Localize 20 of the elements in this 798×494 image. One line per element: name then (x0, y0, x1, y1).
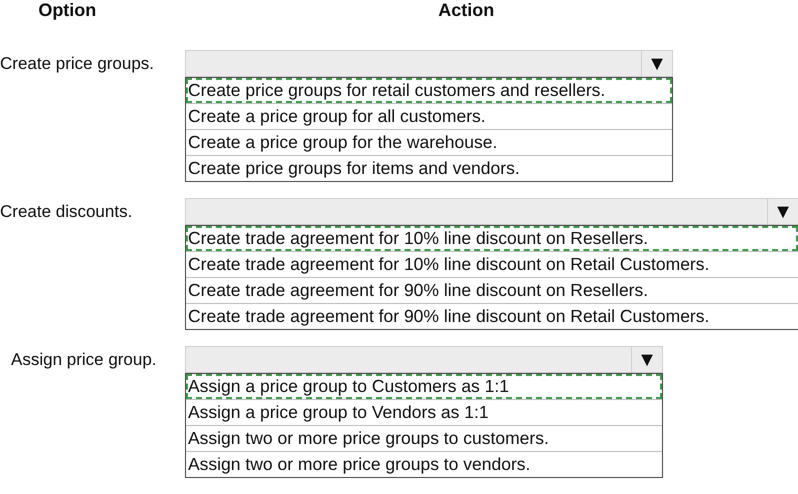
choice-item[interactable]: Assign two or more price groups to vendors. (186, 451, 662, 477)
option-label: Create discounts. (0, 201, 134, 223)
column-header: Option (37, 0, 98, 21)
choice-item[interactable]: Assign a price group to Customers as 1:1 (186, 374, 662, 399)
choice-item[interactable]: Create trade agreement for 90% line discount on Retail Customers. (186, 303, 798, 329)
dropdown[interactable]: ▼ (185, 346, 663, 373)
choice-item[interactable]: Assign a price group to Vendors as 1:1 (186, 399, 662, 425)
choice-item[interactable]: Create trade agreement for 90% line discount on Resellers. (186, 277, 798, 303)
choice-item[interactable]: Create a price group for all customers. (186, 103, 672, 129)
choice-item[interactable]: Assign two or more price groups to customers. (186, 425, 662, 451)
choice-item[interactable]: Create price groups for retail customers and resellers. (186, 78, 672, 103)
dropdown[interactable]: ▼ (185, 198, 798, 225)
choice-item[interactable]: Create price groups for items and vendors. (186, 155, 672, 181)
column-header: Action (437, 0, 496, 21)
dropdown[interactable]: ▼ (185, 50, 673, 77)
choice-item[interactable]: Create a price group for the warehouse. (186, 129, 672, 155)
choice-item[interactable]: Create trade agreement for 10% line discount on Resellers. (186, 226, 798, 251)
option-label: Assign price group. (10, 349, 158, 371)
option-label: Create price groups. (0, 53, 156, 75)
choice-item[interactable]: Create trade agreement for 10% line discount on Retail Customers. (186, 251, 798, 277)
